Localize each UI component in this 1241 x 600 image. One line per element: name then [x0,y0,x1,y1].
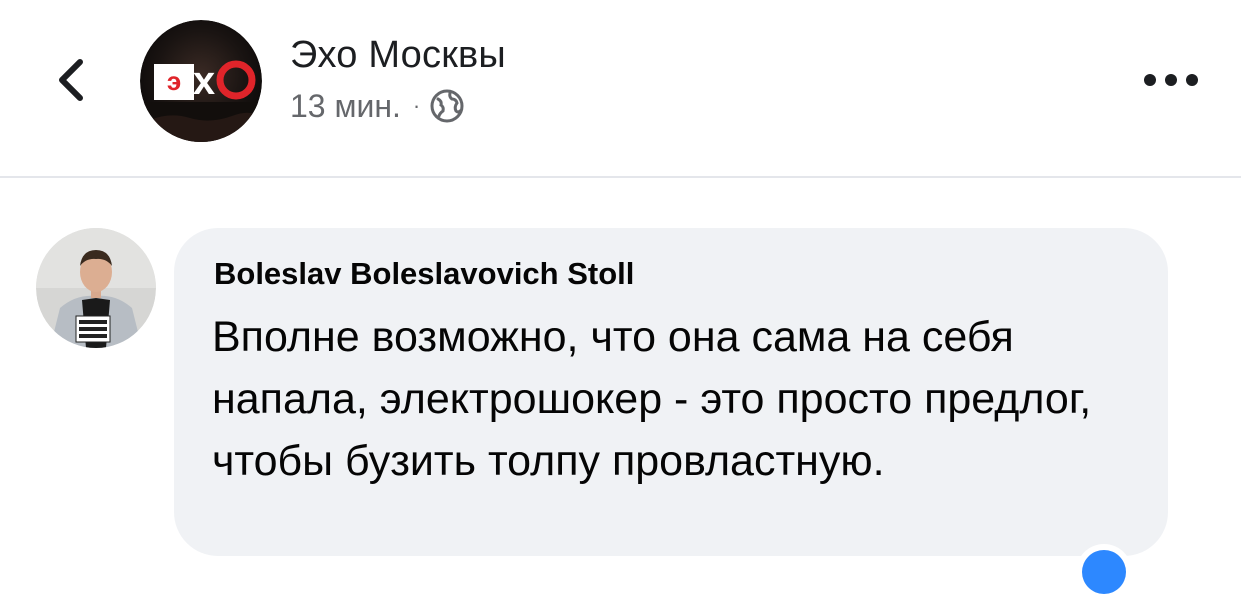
header-divider [0,176,1241,178]
comment-author[interactable]: Boleslav Boleslavovich Stoll [214,256,634,292]
globe-icon [430,89,464,123]
echo-logo: э х [140,20,262,142]
commenter-photo [36,228,156,348]
page-avatar[interactable]: э х [140,20,262,142]
svg-text:э: э [167,66,181,96]
comment-text: Вполне возможно, что она сама на себя на… [212,313,1092,485]
back-button[interactable] [44,52,100,108]
more-dots-icon [1144,74,1198,86]
reaction-badge [1082,550,1126,594]
more-options-button[interactable] [1136,62,1206,98]
page-name[interactable]: Эхо Москвы [290,34,506,77]
commenter-avatar[interactable] [36,228,156,348]
comment-bubble: Boleslav Boleslavovich Stoll Вполне возм… [174,228,1168,556]
svg-text:х: х [193,59,215,103]
like-reaction-icon[interactable] [1076,544,1132,600]
chevron-left-icon [59,59,83,101]
meta-separator: · [412,93,421,118]
post-timestamp[interactable]: 13 мин. [290,88,401,125]
post-header: э х Эхо Москвы 13 мин. · [0,0,1241,176]
post-meta: 13 мин. · [290,86,464,126]
